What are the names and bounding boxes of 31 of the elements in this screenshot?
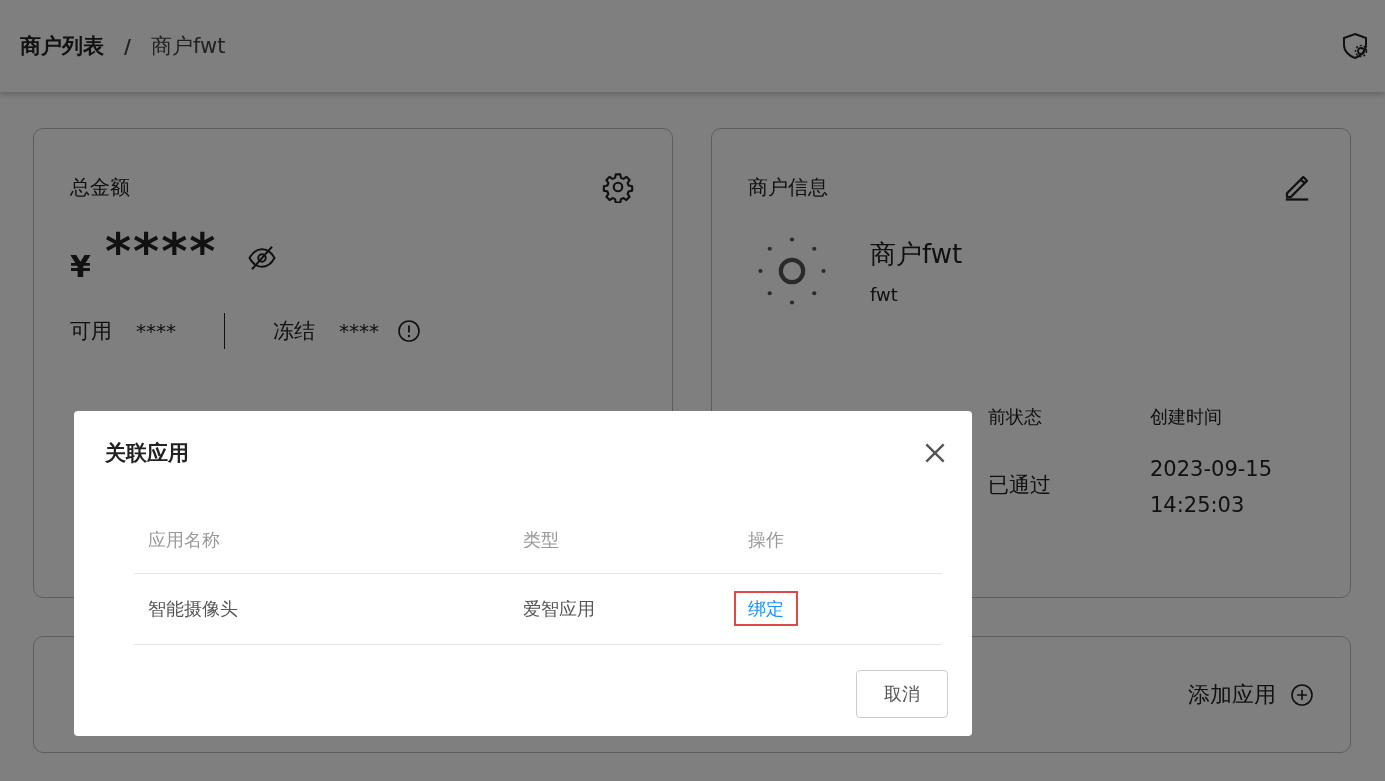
stat-label: 可用 — [70, 318, 112, 345]
column-header: 操作 — [747, 528, 784, 552]
dialog-title: 关联应用 — [105, 440, 189, 467]
column-header: 应用名称 — [147, 528, 221, 552]
bind-link[interactable]: 绑定 — [734, 591, 798, 626]
breadcrumb-item: 商户fwt — [150, 33, 226, 60]
merchant-name: 商户fwt — [870, 238, 963, 271]
card-title: 商户信息 — [748, 173, 828, 201]
shield-gear-icon[interactable] — [1342, 32, 1370, 60]
breadcrumb-separator: / — [124, 35, 131, 57]
field-value: 已通过 — [988, 472, 1052, 499]
table-cell-text: 智能摄像头 — [147, 597, 239, 621]
plus-circle-icon — [1290, 682, 1314, 707]
eye-slash-icon[interactable] — [247, 243, 278, 273]
table-cell-text: 爱智应用 — [522, 597, 596, 621]
currency-symbol: ¥ — [70, 249, 91, 284]
amount-value: **** — [104, 223, 218, 281]
breadcrumb-item[interactable]: 商户列表 — [20, 32, 104, 60]
info-icon[interactable] — [397, 319, 421, 343]
field-label: 创建时间 — [1150, 405, 1223, 429]
stat-value: **** — [136, 319, 176, 343]
cancel-button[interactable]: 取消 — [856, 670, 948, 718]
add-app-button[interactable]: 添加应用 — [1188, 679, 1314, 710]
column-header: 类型 — [522, 528, 560, 552]
merchant-code: fwt — [870, 284, 899, 305]
stat-value: **** — [339, 319, 379, 343]
field-label: 前状态 — [988, 405, 1043, 429]
field-value: 2023-09-15 14:25:03 — [1150, 456, 1274, 519]
stat-label: 冻结 — [273, 318, 315, 345]
card-title: 总金额 — [70, 173, 130, 201]
settings-icon[interactable] — [602, 171, 634, 203]
